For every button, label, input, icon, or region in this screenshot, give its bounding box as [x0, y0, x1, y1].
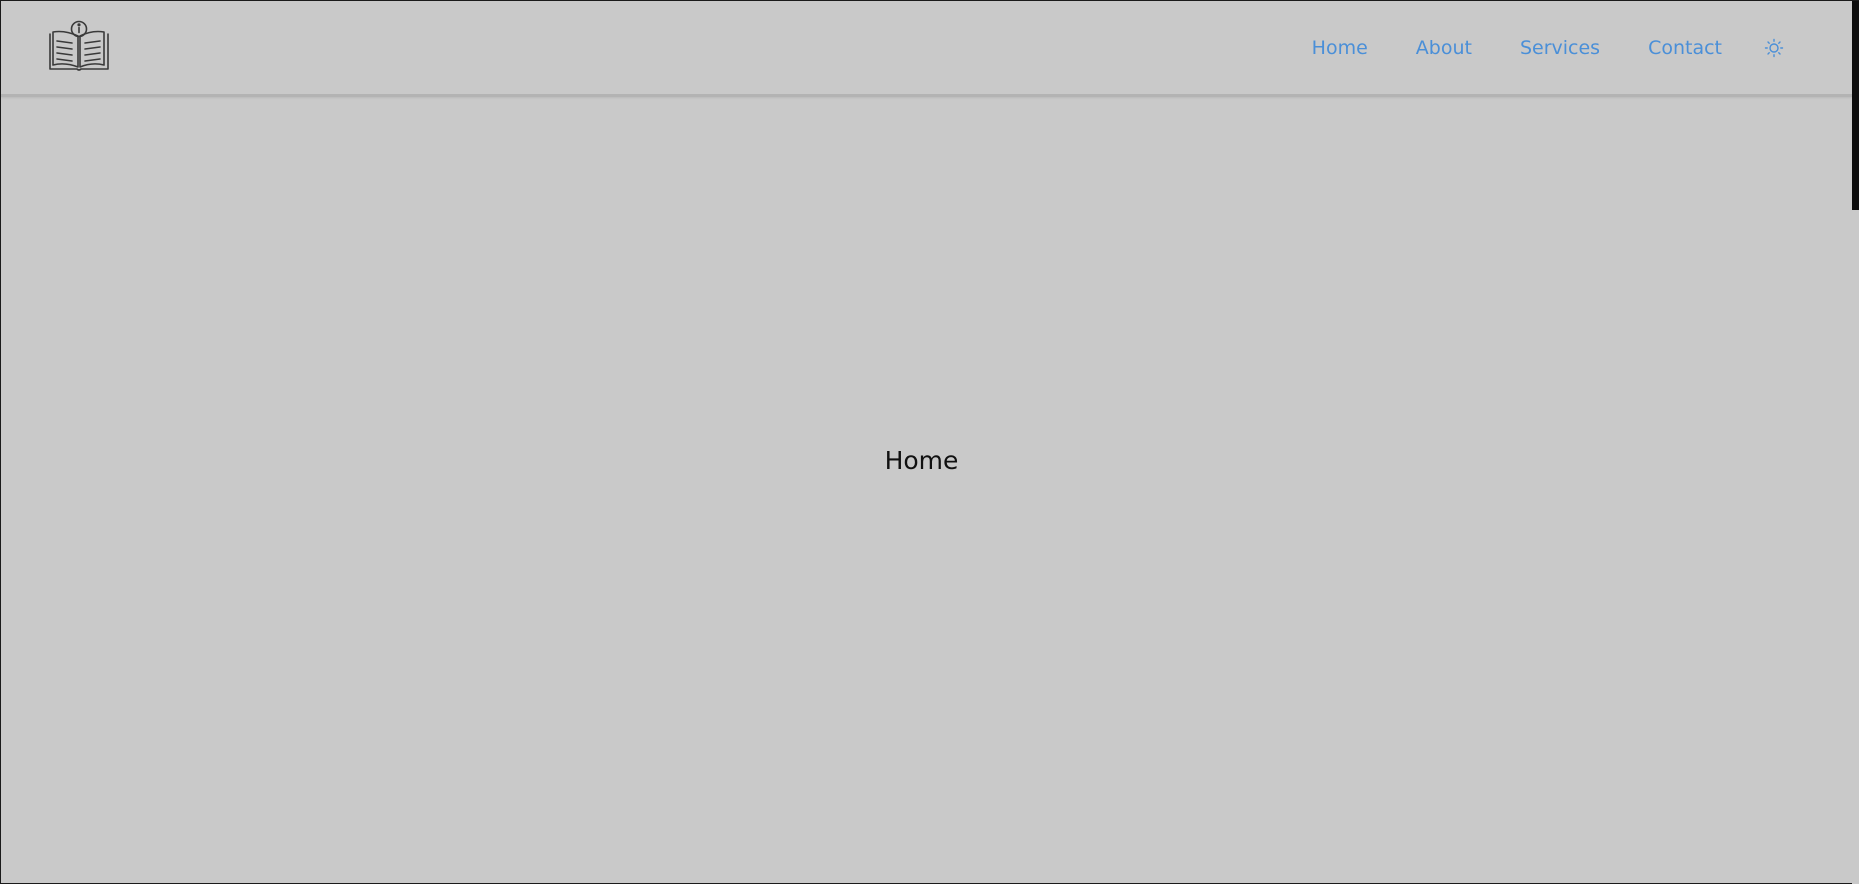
- page-title: Home: [884, 445, 959, 475]
- nav-link-about[interactable]: About: [1416, 35, 1472, 61]
- main-content: Home: [1, 97, 1852, 883]
- open-book-info-icon: [49, 20, 109, 71]
- page: Home About Services Contact Home: [0, 0, 1859, 884]
- nav-link-home[interactable]: Home: [1312, 35, 1368, 61]
- theme-toggle-button[interactable]: [1763, 37, 1785, 59]
- scrollbar-thumb[interactable]: [1852, 1, 1859, 210]
- sun-icon: [1764, 38, 1784, 58]
- nav-links: Home About Services Contact: [1312, 35, 1722, 61]
- nav-link-contact[interactable]: Contact: [1648, 35, 1722, 61]
- navbar: Home About Services Contact: [1, 1, 1852, 97]
- logo[interactable]: [48, 19, 110, 73]
- scrollbar-track[interactable]: [1852, 1, 1859, 884]
- nav-link-services[interactable]: Services: [1520, 35, 1600, 61]
